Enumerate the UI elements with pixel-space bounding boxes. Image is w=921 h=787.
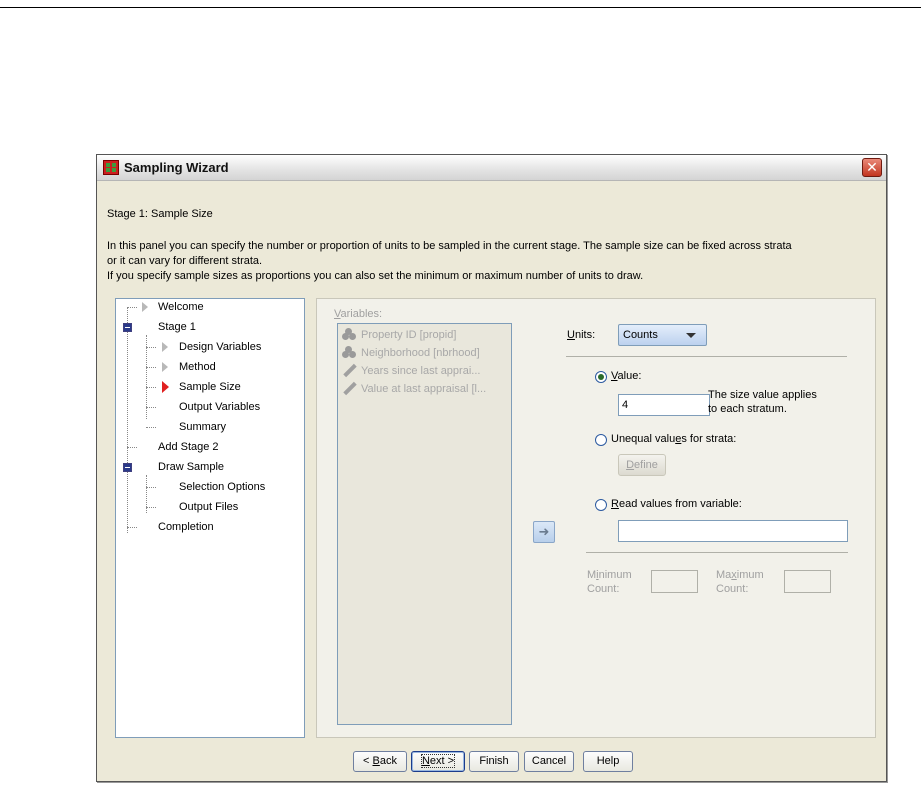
tree-connector [146,367,156,368]
move-variable-button[interactable]: ➜ [533,521,555,543]
tree-item-welcome[interactable]: Welcome [158,299,204,315]
variable-item[interactable]: Value at last appraisal [l... [342,380,486,398]
variable-item[interactable]: Property ID [propid] [342,326,456,344]
tree-connector [146,387,156,388]
read-values-radio[interactable] [595,499,607,511]
title-bar: Sampling Wizard ✕ [97,155,886,181]
back-button[interactable]: < Back [353,751,407,772]
nominal-variable-icon [342,328,356,340]
description-line-1: In this panel you can specify the number… [107,240,792,252]
tree-item-method[interactable]: Method [179,359,216,375]
variable-label: Property ID [propid] [361,329,457,341]
read-variable-input[interactable] [618,520,848,542]
chevron-down-icon [686,333,696,338]
scale-variable-icon [342,382,356,394]
unequal-values-radio-label[interactable]: Unequal values for strata: [611,433,736,445]
description-line-2: or it can vary for different strata. [107,255,263,267]
window-title: Sampling Wizard [124,160,229,175]
variable-label: Value at last appraisal [l... [361,383,487,395]
variables-list[interactable]: Property ID [propid] Neighborhood [nbrho… [337,323,512,725]
arrow-right-icon: ➜ [538,524,550,539]
current-step-marker-icon [162,381,169,393]
next-button[interactable]: Next > [411,751,465,772]
tree-item-selection-options[interactable]: Selection Options [179,479,265,495]
separator [566,356,847,357]
units-dropdown[interactable]: Counts [618,324,707,346]
step-triangle-icon [162,362,168,372]
tree-item-add-stage-2[interactable]: Add Stage 2 [158,439,219,455]
read-values-radio-label[interactable]: Read values from variable: [611,498,742,510]
tree-item-completion[interactable]: Completion [158,519,214,535]
value-radio[interactable] [595,371,607,383]
tree-item-stage-1[interactable]: Stage 1 [158,319,196,335]
step-triangle-icon [162,342,168,352]
top-rule [0,7,921,8]
unequal-values-radio[interactable] [595,434,607,446]
variables-label: Variables: [334,308,383,320]
nominal-variable-icon [342,346,356,358]
spss-app-icon [103,160,119,175]
value-hint-line-1: The size value applies [708,389,817,401]
maximum-count-label: Maximum Count: [716,569,764,595]
tree-item-design-variables[interactable]: Design Variables [179,339,261,355]
tree-item-draw-sample[interactable]: Draw Sample [158,459,224,475]
scale-variable-icon [342,364,356,376]
tree-item-summary[interactable]: Summary [179,419,226,435]
tree-connector [146,507,156,508]
sample-size-panel: Variables: Property ID [propid] Neighbor… [316,298,876,738]
finish-button[interactable]: Finish [469,751,519,772]
variable-label: Years since last apprai... [361,365,481,377]
define-button[interactable]: Define [618,454,666,476]
tree-item-output-files[interactable]: Output Files [179,499,238,515]
units-selected-value: Counts [623,329,658,341]
wizard-steps-tree: Welcome Stage 1 Design Variables Method … [115,298,305,738]
description-line-3: If you specify sample sizes as proportio… [107,270,644,282]
tree-connector [127,527,137,528]
value-radio-label[interactable]: Value: [611,370,641,382]
collapse-draw-sample-icon[interactable] [123,463,132,472]
tree-connector [146,487,156,488]
tree-connector [146,347,156,348]
separator [586,552,848,553]
tree-connector [127,307,137,308]
tree-connector [146,407,156,408]
value-hint: The size value applies to each stratum. [708,388,817,416]
variable-item[interactable]: Neighborhood [nbrhood] [342,344,480,362]
tree-item-sample-size[interactable]: Sample Size [179,379,241,395]
tree-connector [127,307,128,533]
minimum-count-input[interactable] [651,570,698,593]
tree-item-output-variables[interactable]: Output Variables [179,399,260,415]
collapse-stage1-icon[interactable] [123,323,132,332]
sampling-wizard-dialog: Sampling Wizard ✕ Stage 1: Sample Size I… [96,154,887,782]
close-button[interactable]: ✕ [862,158,882,177]
step-triangle-icon [142,302,148,312]
units-label: Units: [567,329,596,341]
maximum-count-input[interactable] [784,570,831,593]
minimum-count-label: Minimum Count: [587,569,632,595]
variable-item[interactable]: Years since last apprai... [342,362,480,380]
value-input[interactable]: 4 [618,394,710,416]
cancel-button[interactable]: Cancel [524,751,574,772]
tree-connector [146,427,156,428]
variable-label: Neighborhood [nbrhood] [361,347,480,359]
value-hint-line-2: to each stratum. [708,403,787,415]
help-button[interactable]: Help [583,751,633,772]
stage-title: Stage 1: Sample Size [107,208,213,220]
tree-connector [127,447,137,448]
